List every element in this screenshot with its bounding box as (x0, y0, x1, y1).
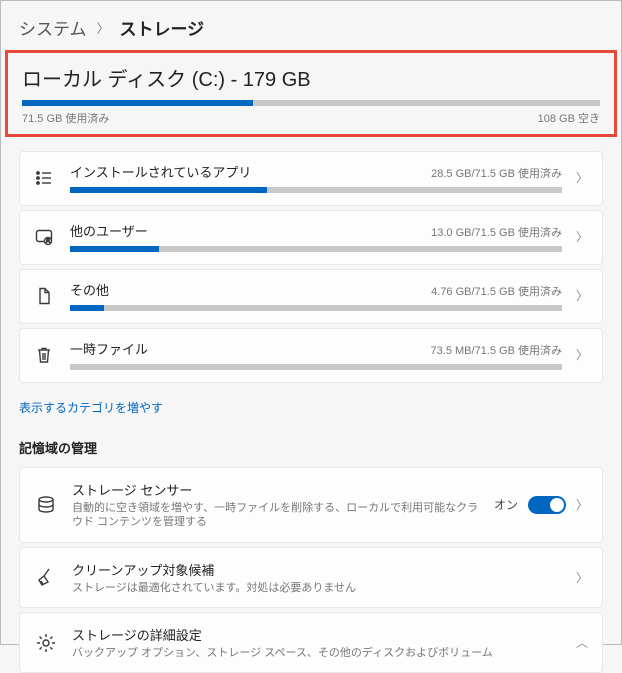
category-bar (70, 246, 562, 252)
document-icon (32, 284, 56, 308)
category-apps[interactable]: インストールされているアプリ 28.5 GB/71.5 GB 使用済み 〉 (19, 151, 603, 206)
advanced-storage-row[interactable]: ストレージの詳細設定 バックアップ オプション、ストレージ スペース、その他のデ… (19, 612, 603, 673)
category-temp-files[interactable]: 一時ファイル 73.5 MB/71.5 GB 使用済み 〉 (19, 328, 603, 383)
row-title: ストレージの詳細設定 (72, 625, 562, 644)
chevron-right-icon: 〉 (576, 287, 588, 304)
category-label: その他 (70, 280, 109, 299)
show-more-categories-link[interactable]: 表示するカテゴリを増やす (1, 387, 181, 434)
category-label: 一時ファイル (70, 339, 148, 358)
toggle-state-label: オン (494, 496, 518, 513)
category-usage: 13.0 GB/71.5 GB 使用済み (431, 224, 562, 240)
storage-management-list: ストレージ センサー 自動的に空き領域を増やす、一時ファイルを削除する、ローカル… (1, 467, 621, 673)
storage-management-header: 記憶域の管理 (1, 434, 621, 467)
breadcrumb-parent[interactable]: システム (19, 15, 87, 40)
storage-categories: インストールされているアプリ 28.5 GB/71.5 GB 使用済み 〉 他の… (1, 151, 621, 383)
category-label: インストールされているアプリ (70, 162, 251, 181)
row-desc: 自動的に空き領域を増やす、一時ファイルを削除する、ローカルで利用可能なクラウド … (72, 501, 480, 530)
category-usage: 28.5 GB/71.5 GB 使用済み (431, 165, 562, 181)
chevron-up-icon: 〉 (573, 637, 590, 649)
local-disk-overview: ローカル ディスク (C:) - 179 GB 71.5 GB 使用済み 108… (5, 50, 617, 137)
storage-sense-row[interactable]: ストレージ センサー 自動的に空き領域を増やす、一時ファイルを削除する、ローカル… (19, 467, 603, 543)
row-desc: バックアップ オプション、ストレージ スペース、その他のディスクおよびボリューム (72, 646, 562, 660)
row-desc: ストレージは最適化されています。対処は必要ありません (72, 581, 562, 595)
breadcrumb-current: ストレージ (120, 15, 205, 40)
category-usage: 4.76 GB/71.5 GB 使用済み (431, 283, 562, 299)
chevron-right-icon: 〉 (97, 18, 110, 37)
category-other[interactable]: その他 4.76 GB/71.5 GB 使用済み 〉 (19, 269, 603, 324)
disk-used-label: 71.5 GB 使用済み (22, 110, 109, 126)
trash-icon (32, 343, 56, 367)
chevron-right-icon: 〉 (576, 569, 588, 586)
apps-icon (32, 166, 56, 190)
disk-usage-bar (22, 100, 600, 106)
category-usage: 73.5 MB/71.5 GB 使用済み (431, 342, 562, 358)
chevron-right-icon: 〉 (576, 169, 588, 186)
storage-sense-icon (34, 493, 58, 517)
chevron-right-icon: 〉 (576, 496, 588, 513)
cleanup-recommendations-row[interactable]: クリーンアップ対象候補 ストレージは最適化されています。対処は必要ありません 〉 (19, 547, 603, 608)
storage-sense-toggle[interactable] (528, 496, 566, 514)
users-icon (32, 225, 56, 249)
chevron-right-icon: 〉 (576, 346, 588, 363)
row-title: ストレージ センサー (72, 480, 480, 499)
disk-free-label: 108 GB 空き (538, 110, 600, 126)
broom-icon (34, 565, 58, 589)
breadcrumb: システム 〉 ストレージ (1, 1, 621, 50)
disk-usage-fill (22, 100, 253, 106)
category-bar (70, 364, 562, 370)
category-bar (70, 305, 562, 311)
row-title: クリーンアップ対象候補 (72, 560, 562, 579)
chevron-right-icon: 〉 (576, 228, 588, 245)
category-bar (70, 187, 562, 193)
category-other-users[interactable]: 他のユーザー 13.0 GB/71.5 GB 使用済み 〉 (19, 210, 603, 265)
category-label: 他のユーザー (70, 221, 148, 240)
disk-title: ローカル ディスク (C:) - 179 GB (22, 63, 600, 92)
gear-icon (34, 631, 58, 655)
